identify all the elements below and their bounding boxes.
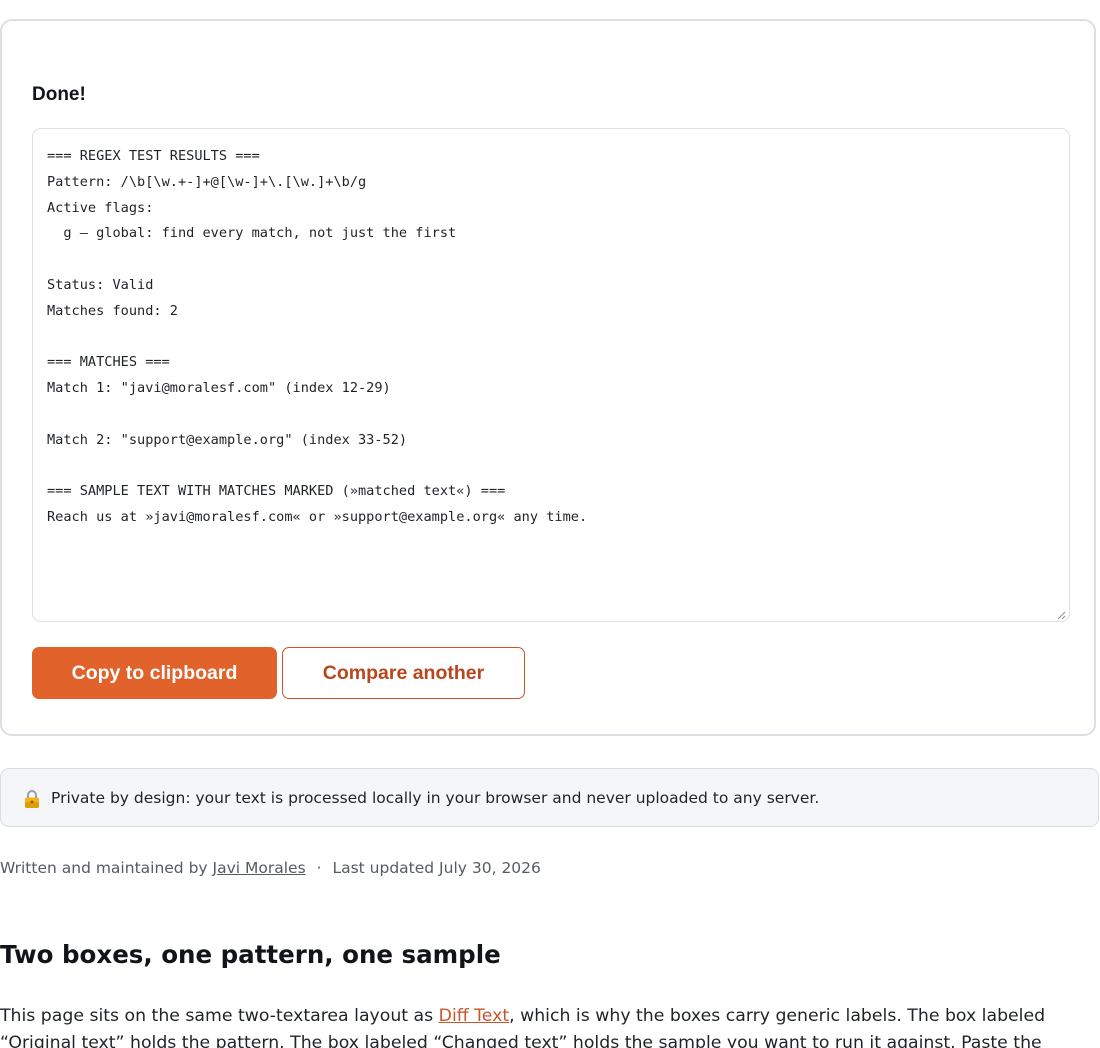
privacy-notice: Private by design: your text is processe…	[0, 768, 1099, 827]
lock-icon	[25, 789, 39, 808]
compare-another-button[interactable]: Compare another	[282, 647, 525, 699]
resize-handle-icon[interactable]	[1056, 610, 1066, 620]
result-card: Done! === REGEX TEST RESULTS === Pattern…	[0, 19, 1096, 736]
page: Done! === REGEX TEST RESULTS === Pattern…	[0, 0, 1100, 1048]
section-paragraph: This page sits on the same two-textarea …	[0, 1003, 1100, 1048]
done-heading: Done!	[32, 84, 86, 105]
diff-text-link[interactable]: Diff Text	[439, 1006, 509, 1026]
privacy-text: Private by design: your text is processe…	[51, 788, 820, 807]
byline-prefix: Written and maintained by	[0, 859, 208, 877]
section-heading: Two boxes, one pattern, one sample	[0, 940, 501, 969]
copy-to-clipboard-button[interactable]: Copy to clipboard	[32, 647, 277, 699]
author-link[interactable]: Javi Morales	[213, 859, 306, 877]
last-updated: Last updated July 30, 2026	[332, 859, 541, 877]
byline-separator: ·	[316, 859, 322, 877]
paragraph-text-before-link: This page sits on the same two-textarea …	[0, 1006, 439, 1026]
results-output-textarea[interactable]: === REGEX TEST RESULTS === Pattern: /\b[…	[32, 128, 1070, 622]
byline: Written and maintained by Javi Morales ·…	[0, 859, 541, 877]
